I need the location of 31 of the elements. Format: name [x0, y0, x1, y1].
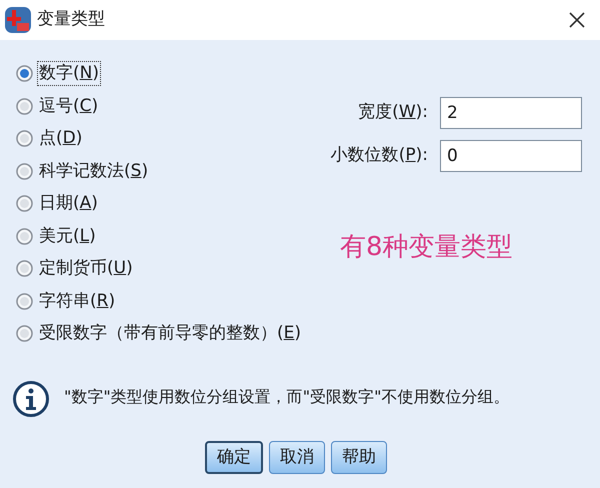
app-icon: [3, 5, 33, 35]
window-title: 变量类型: [37, 8, 105, 32]
dialog-button[interactable]: 取消: [269, 441, 325, 474]
field-label: 小数位数(P):: [330, 144, 428, 168]
radio-button[interactable]: [16, 228, 33, 244]
radio-label[interactable]: 字符串(R): [38, 290, 116, 312]
radio-label[interactable]: 定制货币(U): [38, 257, 134, 280]
input-field[interactable]: 2: [440, 97, 582, 129]
field-label: 宽度(W):: [358, 101, 428, 124]
radio-label[interactable]: 美元(L): [38, 224, 97, 248]
dialog-button[interactable]: 帮助: [331, 441, 387, 474]
radio-label[interactable]: 数字(N): [38, 62, 100, 85]
annotation-text: 有8种变量类型: [340, 231, 513, 264]
radio-label[interactable]: 受限数字（带有前导零的整数）(E): [38, 322, 302, 345]
radio-button[interactable]: [16, 292, 33, 310]
radio-button[interactable]: [16, 162, 33, 180]
radio-button[interactable]: [16, 325, 33, 342]
radio-button[interactable]: [16, 98, 33, 114]
radio-button[interactable]: [16, 65, 33, 82]
info-icon: [12, 380, 50, 418]
radio-button[interactable]: [16, 130, 33, 147]
radio-label[interactable]: 科学记数法(S): [38, 160, 150, 182]
info-message: "数字"类型使用数位分组设置，而"受限数字"不使用数位分组。: [64, 386, 510, 408]
radio-label[interactable]: 逗号(C): [38, 94, 100, 118]
radio-label[interactable]: 点(D): [38, 127, 84, 150]
radio-label[interactable]: 日期(A): [38, 192, 99, 215]
radio-button[interactable]: [16, 260, 33, 277]
dialog-button[interactable]: 确定: [205, 441, 263, 474]
close-icon[interactable]: [568, 11, 586, 29]
input-field[interactable]: 0: [440, 140, 582, 172]
radio-button[interactable]: [16, 195, 33, 212]
